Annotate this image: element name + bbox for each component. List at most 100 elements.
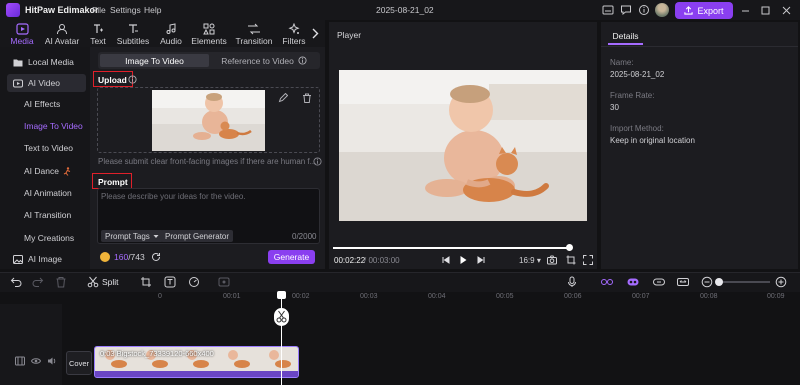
ruler-label: 00:05 [496, 293, 514, 300]
undo-icon[interactable] [10, 276, 22, 288]
detail-value-import-method: Keep in original location [610, 136, 695, 145]
feedback-icon[interactable] [620, 4, 632, 16]
tab-audio[interactable]: Audio [157, 20, 185, 47]
ruler-label: 00:01 [223, 293, 241, 300]
sidebar-item-ai-transition[interactable]: AI Transition [7, 206, 86, 224]
link-icon[interactable] [601, 276, 613, 288]
play-icon[interactable] [458, 255, 468, 265]
upload-info-icon[interactable] [128, 75, 137, 84]
fit-timeline-icon[interactable] [677, 276, 689, 288]
tab-ai-avatar[interactable]: AI Avatar [42, 20, 82, 47]
snapshot-icon[interactable] [547, 255, 557, 265]
tab-elements-label: Elements [191, 36, 227, 46]
tab-transition[interactable]: Transition [235, 20, 273, 47]
ruler-label: 00:09 [767, 293, 785, 300]
menu-file[interactable]: File [92, 5, 106, 15]
zoom-out-icon[interactable] [701, 276, 713, 288]
avatar[interactable] [655, 3, 669, 17]
audio-link-icon[interactable] [653, 276, 665, 288]
total-time: / 00:03:00 [364, 256, 400, 265]
tab-media[interactable]: Media [8, 20, 36, 47]
record-screen-icon[interactable] [218, 276, 230, 288]
export-button[interactable]: Export [675, 2, 733, 19]
sidebar-item-ai-animation[interactable]: AI Animation [7, 184, 86, 202]
ruler-label: 00:08 [700, 293, 718, 300]
ruler-label: 00:03 [360, 293, 378, 300]
scissors-icon [276, 310, 287, 323]
media-icon [15, 22, 29, 35]
tab-subtitles[interactable]: Subtitles [116, 20, 150, 47]
sidebar-item-image-to-video[interactable]: Image To Video [7, 117, 86, 135]
sidebar-item-my-creations[interactable]: My Creations [7, 229, 86, 247]
timeline-ruler[interactable] [0, 292, 800, 304]
upload-hint-text: Please submit clear front-facing images … [98, 157, 317, 166]
sidebar-item-ai-effects[interactable]: AI Effects [7, 95, 86, 113]
split-marker[interactable] [274, 308, 289, 326]
tab-filters-label: Filters [282, 36, 306, 46]
sidebar-item-label: AI Transition [24, 210, 72, 220]
next-frame-icon[interactable] [476, 255, 486, 265]
zoom-slider-knob[interactable] [715, 278, 723, 286]
aspect-ratio-select[interactable]: 16:9 ▾ [519, 256, 541, 265]
split-label[interactable]: Split [102, 277, 119, 287]
info-icon[interactable] [638, 4, 650, 16]
crop-icon[interactable] [140, 276, 152, 288]
playhead-handle[interactable] [277, 291, 286, 299]
sidebar-item-label: AI Image [28, 254, 63, 264]
sidebar-item-local-media[interactable]: Local Media [7, 53, 86, 71]
hint-info-icon[interactable] [313, 157, 322, 166]
uploaded-image-thumbnail[interactable] [152, 90, 265, 151]
tab-reference-label: Reference to Video [221, 55, 294, 66]
transition-icon [248, 23, 260, 34]
eye-icon[interactable] [31, 356, 41, 366]
sidebar-item-text-to-video[interactable]: Text to Video [7, 139, 86, 157]
refresh-icon[interactable] [151, 252, 161, 262]
previous-frame-icon[interactable] [441, 255, 451, 265]
tab-elements[interactable]: Elements [191, 20, 227, 47]
sidebar-item-label: AI Animation [24, 188, 72, 198]
ai-video-icon [13, 79, 23, 87]
menu-settings[interactable]: Settings [110, 5, 141, 15]
fullscreen-icon[interactable] [583, 255, 593, 265]
progress-fill [333, 247, 569, 249]
prompt-generator-button[interactable]: Prompt Generator [161, 230, 234, 242]
maximize-icon[interactable] [760, 5, 771, 16]
minimize-icon[interactable] [740, 5, 751, 16]
delete-icon[interactable] [55, 276, 67, 288]
redo-icon[interactable] [32, 276, 44, 288]
playhead[interactable] [281, 292, 282, 385]
tab-reference-to-video[interactable]: Reference to Video [210, 54, 318, 67]
magnet-icon[interactable] [627, 276, 639, 288]
sidebar-item-ai-dance[interactable]: AI Dance [7, 162, 86, 180]
video-preview[interactable] [339, 70, 587, 221]
tab-image-to-video[interactable]: Image To Video [100, 54, 209, 67]
sidebar-item-ai-video[interactable]: AI Video [7, 74, 86, 92]
scissors-icon[interactable] [87, 276, 99, 288]
prompt-tags-dropdown[interactable]: Prompt Tags [101, 230, 163, 242]
clip-label: 0:03 Bigstock_73339120-660x400 [100, 349, 214, 358]
cover-button[interactable]: Cover [66, 351, 92, 375]
credits-coin-icon [100, 252, 110, 262]
speed-icon[interactable] [188, 276, 200, 288]
edit-icon[interactable] [278, 93, 288, 103]
zoom-slider[interactable] [720, 281, 770, 283]
speaker-icon[interactable] [47, 356, 57, 366]
tab-text[interactable]: Text [86, 20, 110, 47]
keyboard-icon[interactable] [602, 4, 614, 16]
credits-balance: 160/743 [114, 252, 145, 262]
detail-label-import-method: Import Method: [610, 124, 664, 133]
tab-details[interactable]: Details [608, 26, 643, 45]
menu-help[interactable]: Help [144, 5, 161, 15]
progress-knob[interactable] [566, 244, 573, 251]
sidebar-item-ai-image[interactable]: AI Image [7, 250, 86, 268]
generate-button[interactable]: Generate [268, 250, 315, 264]
tab-filters[interactable]: Filters [281, 20, 307, 47]
text-box-icon[interactable] [164, 276, 176, 288]
close-icon[interactable] [781, 5, 792, 16]
zoom-in-icon[interactable] [775, 276, 787, 288]
chevron-right-icon[interactable] [311, 28, 319, 39]
delete-icon[interactable] [302, 93, 312, 103]
info-icon[interactable] [298, 56, 307, 65]
microphone-icon[interactable] [566, 276, 578, 288]
crop-icon[interactable] [566, 255, 576, 265]
